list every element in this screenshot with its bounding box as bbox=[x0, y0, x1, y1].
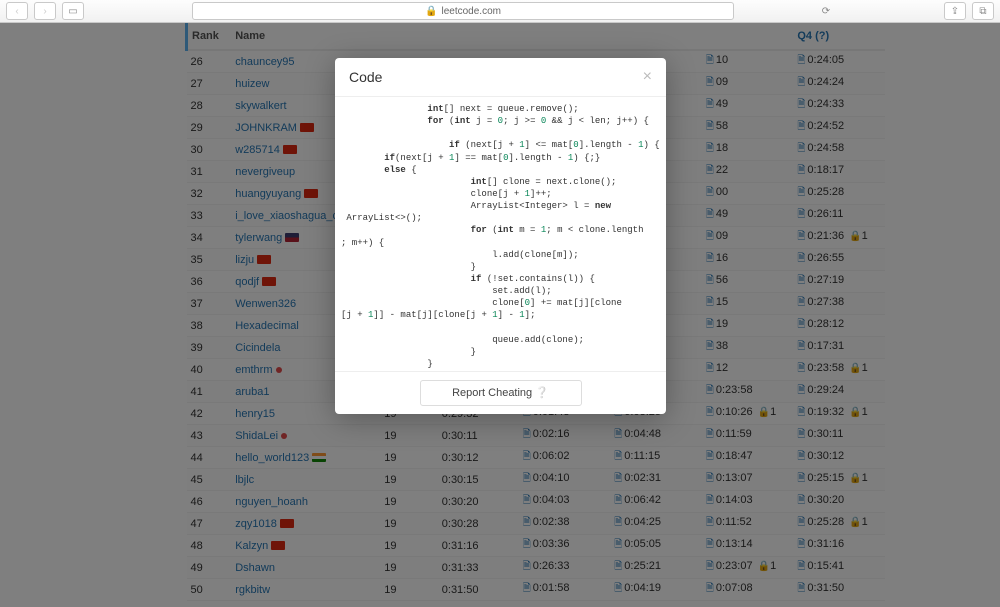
report-cheating-button[interactable]: Report Cheating ❔ bbox=[420, 380, 582, 406]
address-bar[interactable]: 🔒 leetcode.com bbox=[192, 2, 734, 20]
url-text: leetcode.com bbox=[441, 6, 500, 17]
browser-toolbar: ‹ › ▭ 🔒 leetcode.com ⟳ ⇪ ⧉ bbox=[0, 0, 1000, 23]
lock-icon: 🔒 bbox=[425, 6, 437, 17]
modal-title: Code bbox=[349, 69, 382, 85]
close-icon[interactable]: × bbox=[643, 68, 652, 86]
share-button[interactable]: ⇪ bbox=[944, 2, 966, 20]
back-button[interactable]: ‹ bbox=[6, 2, 28, 20]
help-icon: ❔ bbox=[535, 387, 549, 399]
tabs-button[interactable]: ⧉ bbox=[972, 2, 994, 20]
report-label: Report Cheating bbox=[452, 387, 532, 399]
forward-button[interactable]: › bbox=[34, 2, 56, 20]
sidebar-button[interactable]: ▭ bbox=[62, 2, 84, 20]
modal-body: int[] next = queue.remove(); for (int j … bbox=[335, 97, 666, 371]
code-modal: Code × int[] next = queue.remove(); for … bbox=[335, 58, 666, 414]
reload-button[interactable]: ⟳ bbox=[816, 3, 836, 19]
code-block[interactable]: int[] next = queue.remove(); for (int j … bbox=[341, 103, 660, 371]
